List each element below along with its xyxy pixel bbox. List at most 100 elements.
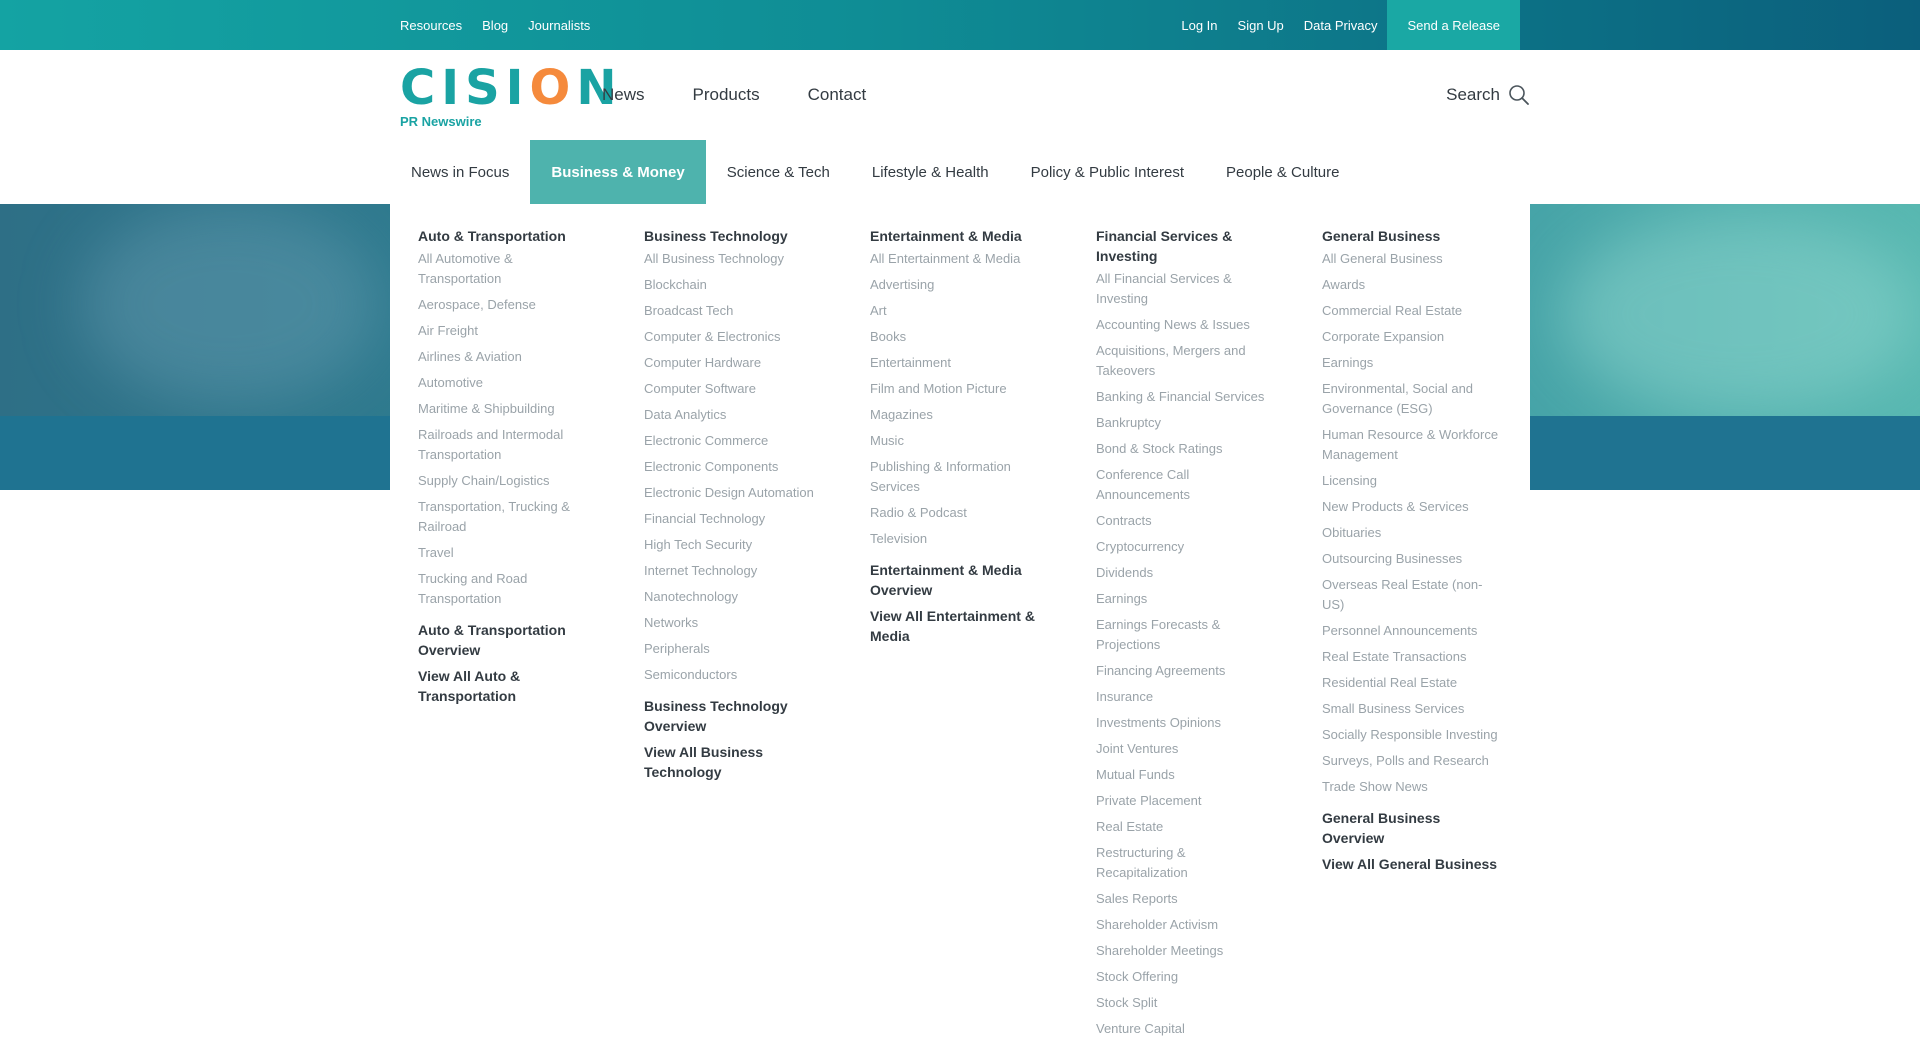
menu-item-link[interactable]: All Entertainment & Media (870, 249, 1050, 269)
menu-item-link[interactable]: Art (870, 301, 1050, 321)
log-in-link[interactable]: Log In (1181, 18, 1217, 33)
menu-item-link[interactable]: All Automotive & Transportation (418, 249, 598, 289)
menu-column-heading[interactable]: Entertainment & Media (870, 226, 1050, 246)
menu-item-link[interactable]: Travel (418, 543, 598, 563)
tab-policy-public-interest[interactable]: Policy & Public Interest (1010, 140, 1205, 204)
menu-item-link[interactable]: Insurance (1096, 687, 1276, 707)
menu-item-link[interactable]: Shareholder Meetings (1096, 941, 1276, 961)
menu-item-link[interactable]: Transportation, Trucking & Railroad (418, 497, 598, 537)
tab-lifestyle-health[interactable]: Lifestyle & Health (851, 140, 1010, 204)
send-a-release-button[interactable]: Send a Release (1387, 0, 1520, 50)
menu-item-link[interactable]: Commercial Real Estate (1322, 301, 1502, 321)
menu-item-link[interactable]: Human Resource & Workforce Management (1322, 425, 1502, 465)
menu-item-link[interactable]: Music (870, 431, 1050, 451)
menu-item-link[interactable]: Socially Responsible Investing (1322, 725, 1502, 745)
menu-item-link[interactable]: Banking & Financial Services (1096, 387, 1276, 407)
menu-item-link[interactable]: Accounting News & Issues (1096, 315, 1276, 335)
menu-item-link[interactable]: Personnel Announcements (1322, 621, 1502, 641)
resources-link[interactable]: Resources (400, 18, 462, 33)
menu-item-link[interactable]: Supply Chain/Logistics (418, 471, 598, 491)
menu-item-link[interactable]: Earnings (1096, 589, 1276, 609)
menu-item-link[interactable]: Outsourcing Businesses (1322, 549, 1502, 569)
menu-item-link[interactable]: Data Analytics (644, 405, 824, 425)
menu-item-link[interactable]: All General Business (1322, 249, 1502, 269)
menu-item-link[interactable]: Shareholder Activism (1096, 915, 1276, 935)
menu-item-link[interactable]: Broadcast Tech (644, 301, 824, 321)
menu-item-link[interactable]: Aerospace, Defense (418, 295, 598, 315)
tab-business-money[interactable]: Business & Money (530, 140, 706, 204)
menu-item-link[interactable]: Small Business Services (1322, 699, 1502, 719)
menu-item-link[interactable]: All Business Technology (644, 249, 824, 269)
menu-item-link[interactable]: Electronic Commerce (644, 431, 824, 451)
menu-overview-link[interactable]: General Business Overview (1322, 808, 1502, 848)
journalists-link[interactable]: Journalists (528, 18, 590, 33)
menu-item-link[interactable]: Venture Capital (1096, 1019, 1276, 1039)
menu-item-link[interactable]: Real Estate (1096, 817, 1276, 837)
menu-item-link[interactable]: Air Freight (418, 321, 598, 341)
menu-overview-link[interactable]: Auto & Transportation Overview (418, 620, 598, 660)
menu-item-link[interactable]: Corporate Expansion (1322, 327, 1502, 347)
menu-item-link[interactable]: Investments Opinions (1096, 713, 1276, 733)
menu-item-link[interactable]: Railroads and Intermodal Transportation (418, 425, 598, 465)
menu-item-link[interactable]: Maritime & Shipbuilding (418, 399, 598, 419)
menu-item-link[interactable]: Semiconductors (644, 665, 824, 685)
menu-item-link[interactable]: Sales Reports (1096, 889, 1276, 909)
menu-item-link[interactable]: All Financial Services & Investing (1096, 269, 1276, 309)
menu-column-heading[interactable]: Financial Services & Investing (1096, 226, 1276, 266)
menu-item-link[interactable]: Film and Motion Picture (870, 379, 1050, 399)
data-privacy-link[interactable]: Data Privacy (1304, 18, 1378, 33)
menu-item-link[interactable]: Restructuring & Recapitalization (1096, 843, 1276, 883)
menu-item-link[interactable]: Internet Technology (644, 561, 824, 581)
menu-overview-link[interactable]: Business Technology Overview (644, 696, 824, 736)
menu-item-link[interactable]: Environmental, Social and Governance (ES… (1322, 379, 1502, 419)
nav-news[interactable]: News (602, 85, 645, 105)
menu-item-link[interactable]: Nanotechnology (644, 587, 824, 607)
menu-item-link[interactable]: Stock Offering (1096, 967, 1276, 987)
menu-column-heading[interactable]: General Business (1322, 226, 1502, 246)
cision-logo[interactable]: CISION PR Newswire (400, 62, 616, 132)
menu-column-heading[interactable]: Business Technology (644, 226, 824, 246)
menu-item-link[interactable]: Bond & Stock Ratings (1096, 439, 1276, 459)
menu-item-link[interactable]: Surveys, Polls and Research (1322, 751, 1502, 771)
menu-item-link[interactable]: Radio & Podcast (870, 503, 1050, 523)
menu-view-all-link[interactable]: View All Business Technology (644, 742, 824, 782)
menu-item-link[interactable]: Automotive (418, 373, 598, 393)
search-button[interactable]: Search (1446, 80, 1530, 110)
menu-item-link[interactable]: Bankruptcy (1096, 413, 1276, 433)
menu-column-heading[interactable]: Auto & Transportation (418, 226, 598, 246)
menu-item-link[interactable]: Electronic Components (644, 457, 824, 477)
menu-item-link[interactable]: Cryptocurrency (1096, 537, 1276, 557)
menu-item-link[interactable]: Advertising (870, 275, 1050, 295)
menu-view-all-link[interactable]: View All Auto & Transportation (418, 666, 598, 706)
menu-item-link[interactable]: High Tech Security (644, 535, 824, 555)
menu-item-link[interactable]: Awards (1322, 275, 1502, 295)
nav-products[interactable]: Products (693, 85, 760, 105)
menu-item-link[interactable]: Publishing & Information Services (870, 457, 1050, 497)
menu-item-link[interactable]: Licensing (1322, 471, 1502, 491)
menu-view-all-link[interactable]: View All General Business (1322, 854, 1502, 874)
menu-item-link[interactable]: Overseas Real Estate (non-US) (1322, 575, 1502, 615)
menu-item-link[interactable]: Airlines & Aviation (418, 347, 598, 367)
menu-item-link[interactable]: Trade Show News (1322, 777, 1502, 797)
menu-item-link[interactable]: Residential Real Estate (1322, 673, 1502, 693)
menu-item-link[interactable]: Peripherals (644, 639, 824, 659)
menu-item-link[interactable]: Trucking and Road Transportation (418, 569, 598, 609)
menu-item-link[interactable]: Magazines (870, 405, 1050, 425)
menu-item-link[interactable]: Blockchain (644, 275, 824, 295)
menu-item-link[interactable]: Contracts (1096, 511, 1276, 531)
tab-people-culture[interactable]: People & Culture (1205, 140, 1360, 204)
menu-item-link[interactable]: Computer Software (644, 379, 824, 399)
menu-item-link[interactable]: Joint Ventures (1096, 739, 1276, 759)
menu-item-link[interactable]: Financial Technology (644, 509, 824, 529)
tab-science-tech[interactable]: Science & Tech (706, 140, 851, 204)
menu-item-link[interactable]: Real Estate Transactions (1322, 647, 1502, 667)
menu-item-link[interactable]: Mutual Funds (1096, 765, 1276, 785)
menu-view-all-link[interactable]: View All Entertainment & Media (870, 606, 1050, 646)
menu-item-link[interactable]: Earnings Forecasts & Projections (1096, 615, 1276, 655)
sign-up-link[interactable]: Sign Up (1238, 18, 1284, 33)
menu-item-link[interactable]: Financing Agreements (1096, 661, 1276, 681)
menu-item-link[interactable]: Entertainment (870, 353, 1050, 373)
menu-item-link[interactable]: Networks (644, 613, 824, 633)
menu-item-link[interactable]: Private Placement (1096, 791, 1276, 811)
menu-item-link[interactable]: Computer & Electronics (644, 327, 824, 347)
